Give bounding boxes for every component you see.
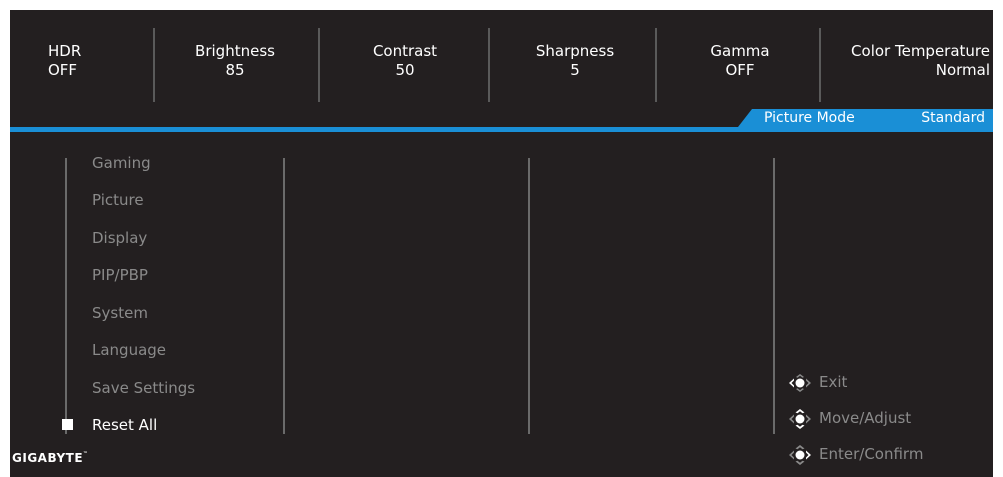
- menu-item-reset-all[interactable]: Reset All: [62, 415, 158, 435]
- status-sharpness: Sharpness 5: [505, 42, 645, 80]
- joystick-press-icon: [789, 445, 811, 465]
- status-color-temperature: Color Temperature Normal: [840, 42, 990, 80]
- menu-item-pip-pbp[interactable]: PIP/PBP: [92, 265, 148, 285]
- joystick-all-directions-icon: [789, 409, 811, 429]
- status-strip: HDR OFF Brightness 85 Contrast 50 Sharpn…: [10, 10, 993, 118]
- status-color-temperature-label: Color Temperature: [851, 42, 990, 60]
- header-accent-line: [10, 127, 993, 132]
- status-sharpness-value: 5: [570, 61, 580, 79]
- options-column-divider: [528, 158, 530, 434]
- status-divider: [655, 28, 657, 102]
- status-divider: [819, 28, 821, 102]
- menu-item-display[interactable]: Display: [92, 228, 147, 248]
- status-hdr-value: OFF: [48, 61, 78, 79]
- status-brightness-value: 85: [225, 61, 245, 79]
- picture-mode-tab: Picture Mode Standard: [738, 109, 993, 127]
- menu-column-divider: [65, 158, 67, 434]
- menu-item-save-settings[interactable]: Save Settings: [92, 378, 195, 398]
- brand-trademark: ™: [83, 451, 89, 457]
- menu-item-language[interactable]: Language: [92, 340, 166, 360]
- menu-item-gaming[interactable]: Gaming: [92, 153, 151, 173]
- status-gamma: Gamma OFF: [670, 42, 810, 80]
- picture-mode-value: Standard: [921, 110, 985, 126]
- osd-panel: HDR OFF Brightness 85 Contrast 50 Sharpn…: [10, 10, 993, 477]
- status-hdr: HDR OFF: [48, 42, 104, 80]
- brand-name: GIGABYTE: [12, 451, 84, 465]
- status-divider: [488, 28, 490, 102]
- status-hdr-label: HDR: [48, 42, 82, 60]
- status-gamma-value: OFF: [725, 61, 755, 79]
- status-contrast-label: Contrast: [372, 42, 438, 60]
- status-brightness: Brightness 85: [175, 42, 295, 80]
- status-divider: [153, 28, 155, 102]
- menu-item-system[interactable]: System: [92, 303, 148, 323]
- joystick-left-icon: [789, 374, 811, 392]
- submenu-column-divider: [283, 158, 285, 434]
- picture-mode-label: Picture Mode: [764, 110, 855, 126]
- status-brightness-label: Brightness: [195, 42, 275, 60]
- hint-move-adjust-label: Move/Adjust: [819, 409, 912, 427]
- selection-marker: [62, 419, 73, 430]
- status-contrast-value: 50: [395, 61, 415, 79]
- status-gamma-label: Gamma: [710, 42, 770, 60]
- status-color-temperature-value: Normal: [935, 61, 990, 79]
- menu-item-reset-all-label: Reset All: [92, 416, 158, 434]
- hint-enter-confirm-label: Enter/Confirm: [819, 445, 924, 463]
- status-sharpness-label: Sharpness: [535, 42, 615, 60]
- hint-column-divider: [773, 158, 775, 434]
- status-contrast: Contrast 50: [340, 42, 470, 80]
- gigabyte-logo: GIGABYTE™: [12, 451, 89, 465]
- hint-exit-label: Exit: [819, 373, 848, 391]
- picture-mode-tab-slant: [738, 109, 752, 127]
- menu-item-picture[interactable]: Picture: [92, 190, 144, 210]
- status-divider: [318, 28, 320, 102]
